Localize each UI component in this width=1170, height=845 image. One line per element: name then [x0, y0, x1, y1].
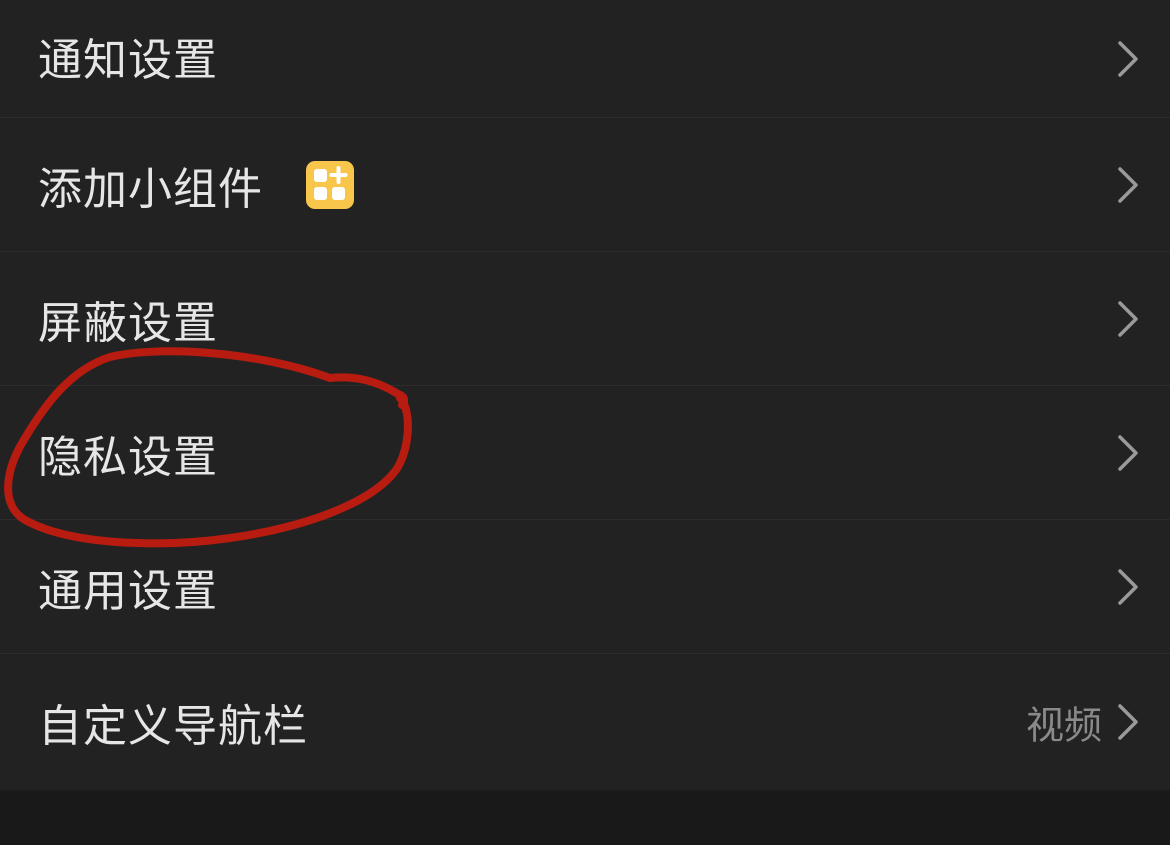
settings-item-general[interactable]: 通用设置 — [0, 520, 1170, 654]
settings-item-label: 屏蔽设置 — [38, 297, 218, 349]
settings-item-label: 自定义导航栏 — [38, 701, 308, 752]
settings-item-block[interactable]: 屏蔽设置 — [0, 252, 1170, 386]
settings-item-custom-navbar[interactable]: 自定义导航栏 视频 — [0, 654, 1170, 790]
settings-item-add-widget[interactable]: 添加小组件 — [0, 118, 1170, 252]
chevron-right-icon — [1114, 165, 1142, 205]
chevron-right-icon — [1114, 702, 1142, 742]
widget-add-icon — [306, 160, 354, 209]
chevron-right-icon — [1114, 299, 1142, 339]
settings-item-notifications[interactable]: 通知设置 — [0, 0, 1170, 118]
settings-item-label: 通用设置 — [38, 565, 218, 617]
chevron-right-icon — [1114, 433, 1142, 473]
bottom-bar — [0, 792, 1170, 845]
settings-item-label: 通知设置 — [38, 35, 218, 86]
settings-item-value: 视频 — [1025, 703, 1102, 748]
chevron-right-icon — [1114, 39, 1142, 79]
settings-item-label: 添加小组件 — [38, 163, 263, 215]
settings-list: 通知设置 添加小组件 屏蔽设置 隐私设置 通用设置 自定义导航栏 视频 — [0, 0, 1170, 790]
settings-item-label: 隐私设置 — [38, 431, 218, 483]
chevron-right-icon — [1114, 567, 1142, 607]
settings-item-privacy[interactable]: 隐私设置 — [0, 386, 1170, 520]
